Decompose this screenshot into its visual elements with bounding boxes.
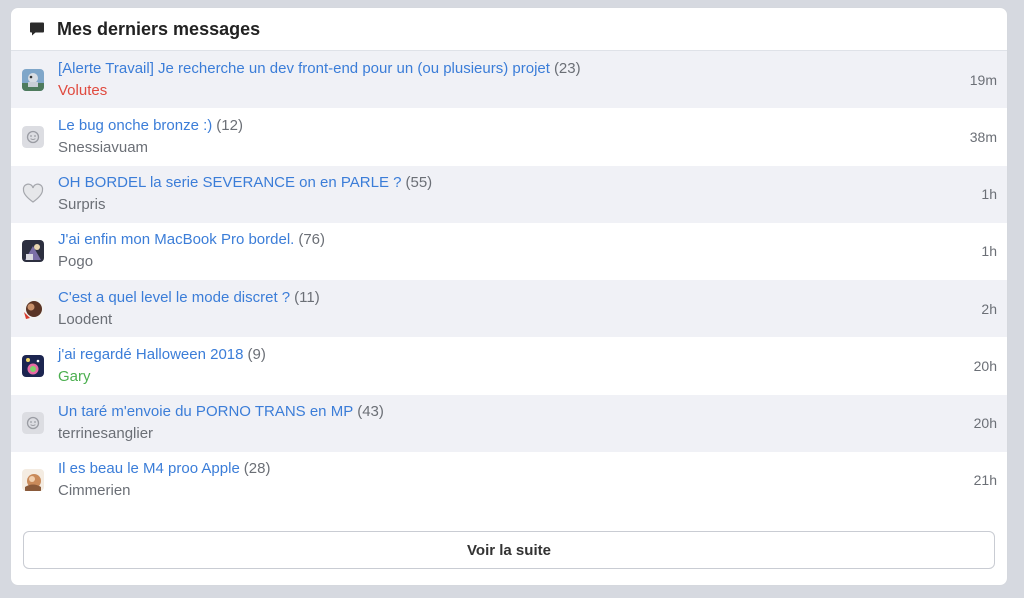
reply-count: (12): [216, 116, 243, 134]
topic-title-link[interactable]: [Alerte Travail] Je recherche un dev fro…: [58, 60, 550, 77]
topic-author[interactable]: Snessiavuam: [58, 138, 243, 158]
avatar-image-icon[interactable]: [22, 68, 44, 91]
reply-count: (23): [553, 59, 581, 77]
topic-row[interactable]: C'est a quel level le mode discret ? (11)…: [11, 280, 1007, 338]
topic-row[interactable]: j'ai regardé Halloween 2018 (9) Gary 20h: [11, 337, 1007, 394]
reply-count: (28): [243, 460, 271, 478]
topic-row[interactable]: Il es beau le M4 proo Apple (28) Cimmerie…: [11, 452, 1007, 509]
topic-author[interactable]: Cimmerien: [58, 481, 270, 501]
more-button-wrap: Voir la suite: [23, 531, 995, 569]
chat-bubble-icon: [29, 21, 45, 37]
topic-title-link[interactable]: OH BORDEL la serie SEVERANCE on en PARLE…: [58, 174, 401, 191]
topic-title-link[interactable]: j'ai regardé Halloween 2018: [58, 346, 244, 363]
topic-author[interactable]: Pogo: [58, 252, 325, 272]
topic-title-link[interactable]: C'est a quel level le mode discret ?: [58, 289, 290, 306]
topic-title-link[interactable]: J'ai enfin mon MacBook Pro bordel.: [58, 231, 294, 248]
panel-title: Mes derniers messages: [57, 18, 261, 39]
topic-row[interactable]: J'ai enfin mon MacBook Pro bordel. (76) P…: [11, 223, 1007, 280]
topic-time: 1h: [981, 186, 997, 203]
topic-time: 20h: [973, 357, 997, 374]
avatar-image-icon[interactable]: [22, 297, 44, 320]
reply-count: (9): [247, 345, 266, 363]
topic-time: 38m: [969, 128, 997, 145]
topic-author[interactable]: Surpris: [58, 195, 432, 215]
topic-time: 2h: [981, 300, 997, 317]
latest-messages-panel: Mes derniers messages [Alerte Travail] J…: [10, 7, 1008, 586]
topic-time: 1h: [981, 243, 997, 260]
reply-count: (43): [357, 403, 384, 421]
reply-count: (76): [298, 231, 326, 249]
topic-title-link[interactable]: Le bug onche bronze :): [58, 117, 212, 134]
topic-time: 21h: [973, 472, 997, 489]
topic-time: 20h: [973, 415, 997, 432]
avatar-image-icon[interactable]: [22, 354, 44, 377]
topic-time: 19m: [969, 71, 997, 88]
default-avatar-icon[interactable]: [22, 412, 44, 435]
avatar-image-icon[interactable]: [22, 240, 44, 263]
see-more-button[interactable]: Voir la suite: [23, 531, 995, 569]
panel-header: Mes derniers messages: [11, 8, 1007, 51]
topic-author[interactable]: terrinesanglier: [58, 424, 384, 444]
topic-row[interactable]: Le bug onche bronze :) (12) Snessiavuam 3…: [11, 108, 1007, 165]
heart-icon[interactable]: [22, 183, 44, 205]
topic-author[interactable]: Volutes: [58, 81, 581, 101]
topic-title-link[interactable]: Un taré m'envoie du PORNO TRANS en MP: [58, 403, 353, 420]
topic-row[interactable]: OH BORDEL la serie SEVERANCE on en PARLE…: [11, 165, 1007, 223]
avatar-image-icon[interactable]: [22, 469, 44, 492]
topic-title-link[interactable]: Il es beau le M4 proo Apple: [58, 460, 240, 477]
topic-author[interactable]: Gary: [58, 367, 266, 387]
topic-row[interactable]: Un taré m'envoie du PORNO TRANS en MP (43…: [11, 394, 1007, 452]
reply-count: (11): [294, 288, 320, 306]
topic-row[interactable]: [Alerte Travail] Je recherche un dev fro…: [11, 51, 1007, 109]
topic-author[interactable]: Loodent: [58, 310, 320, 330]
reply-count: (55): [405, 174, 433, 192]
default-avatar-icon[interactable]: [22, 125, 44, 148]
topic-list: [Alerte Travail] Je recherche un dev fro…: [11, 51, 1007, 509]
